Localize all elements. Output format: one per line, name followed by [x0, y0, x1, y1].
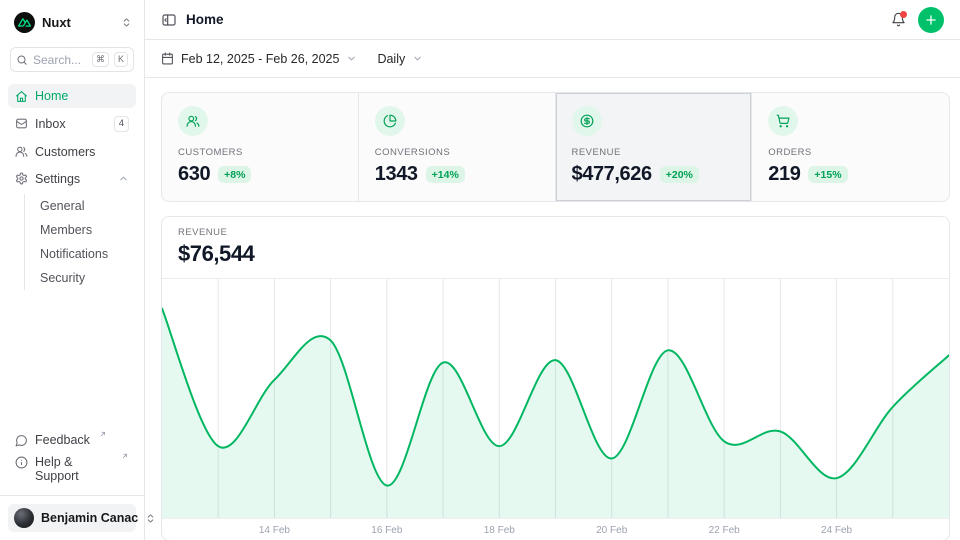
external-link-icon [99, 430, 107, 438]
delta-badge: +14% [426, 166, 465, 183]
kbd-cmd: ⌘ [92, 52, 109, 67]
search-placeholder: Search... [33, 53, 87, 67]
stat-card-customers[interactable]: CUSTOMERS 630 +8% [162, 93, 359, 201]
external-link-icon [121, 452, 129, 460]
delta-badge: +15% [808, 166, 847, 183]
notification-dot [900, 11, 907, 18]
x-tick-label: 16 Feb [365, 525, 409, 536]
gear-icon [15, 172, 28, 185]
sidebar-item-settings[interactable]: Settings [8, 167, 136, 191]
sidebar-item-customers[interactable]: Customers [8, 140, 136, 164]
page-header: Home [145, 0, 960, 40]
x-tick-label: 22 Feb [702, 525, 746, 536]
chevron-down-icon [412, 53, 423, 64]
user-menu[interactable]: Benjamin Canac [8, 504, 136, 532]
x-tick-label: 24 Feb [815, 525, 859, 536]
calendar-icon [161, 52, 174, 65]
cart-icon [768, 106, 798, 136]
kbd-k: K [114, 52, 128, 67]
period-select[interactable]: Daily [377, 52, 423, 66]
help-support-link[interactable]: Help & Support [8, 451, 136, 487]
main-area: Home Feb 12, 2025 - Feb 26, 2025 Daily [145, 0, 960, 540]
chart-x-axis: 14 Feb 16 Feb 18 Feb 20 Feb 22 Feb 24 Feb [162, 518, 949, 540]
chart-total-value: $76,544 [178, 241, 933, 267]
chart-plot-area[interactable] [162, 279, 949, 518]
avatar [14, 508, 34, 528]
sidebar-item-notifications[interactable]: Notifications [36, 242, 136, 266]
stat-card-orders[interactable]: ORDERS 219 +15% [752, 93, 949, 201]
users-icon [15, 145, 28, 158]
x-tick-label: 14 Feb [252, 525, 296, 536]
user-name: Benjamin Canac [41, 511, 138, 525]
delta-badge: +8% [218, 166, 251, 183]
sidebar-item-security[interactable]: Security [36, 266, 136, 290]
sidebar-item-general[interactable]: General [36, 194, 136, 218]
team-name: Nuxt [42, 15, 114, 30]
notifications-button[interactable] [891, 12, 906, 27]
nuxt-logo-icon [14, 12, 35, 33]
stats-grid: CUSTOMERS 630 +8% CONVERSIONS 1343 +14% [161, 92, 950, 202]
area-chart[interactable] [162, 279, 949, 518]
sidebar-item-home[interactable]: Home [8, 84, 136, 108]
delta-badge: +20% [660, 166, 699, 183]
chevron-down-icon [346, 53, 357, 64]
home-icon [15, 90, 28, 103]
sidebar-divider [0, 495, 144, 496]
users-icon [178, 106, 208, 136]
team-switcher[interactable]: Nuxt [8, 8, 136, 37]
x-tick-label: 20 Feb [590, 525, 634, 536]
dollar-circle-icon [572, 106, 602, 136]
date-range-picker[interactable]: Feb 12, 2025 - Feb 26, 2025 [161, 52, 357, 66]
search-icon [16, 54, 28, 66]
chart-title: REVENUE [178, 227, 933, 238]
inbox-count-badge: 4 [114, 116, 129, 132]
chevron-up-icon [118, 173, 129, 184]
chart-header: REVENUE $76,544 [162, 217, 949, 279]
inbox-icon [15, 117, 28, 130]
pie-chart-icon [375, 106, 405, 136]
settings-submenu: General Members Notifications Security [24, 194, 136, 290]
sidebar-nav: Home Inbox 4 Customers Settings Ge [8, 84, 136, 292]
stat-card-revenue[interactable]: REVENUE $477,626 +20% [556, 93, 753, 201]
chat-bubble-icon [15, 434, 28, 447]
sidebar: Nuxt Search... ⌘ K Home Inbox 4 [0, 0, 145, 540]
info-circle-icon [15, 456, 28, 469]
sidebar-item-members[interactable]: Members [36, 218, 136, 242]
sidebar-collapse-icon[interactable] [161, 12, 177, 28]
feedback-link[interactable]: Feedback [8, 429, 136, 451]
x-tick-label: 18 Feb [477, 525, 521, 536]
search-input[interactable]: Search... ⌘ K [10, 47, 134, 72]
revenue-chart-card: REVENUE $76,544 14 Feb 16 Feb 18 Feb 20 Feb… [161, 216, 950, 540]
add-button[interactable] [918, 7, 944, 33]
filter-toolbar: Feb 12, 2025 - Feb 26, 2025 Daily [145, 40, 960, 78]
stat-card-conversions[interactable]: CONVERSIONS 1343 +14% [359, 93, 556, 201]
sidebar-item-inbox[interactable]: Inbox 4 [8, 111, 136, 137]
page-title: Home [186, 12, 224, 27]
dashboard-content: CUSTOMERS 630 +8% CONVERSIONS 1343 +14% [145, 78, 960, 540]
chevron-updown-icon [121, 17, 132, 28]
